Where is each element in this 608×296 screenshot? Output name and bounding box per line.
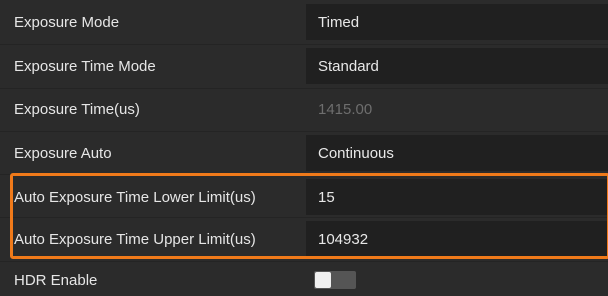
hdr-enable-toggle[interactable] — [314, 271, 356, 289]
property-row-hdr-enable: HDR Enable — [0, 264, 608, 296]
row-divider — [0, 217, 608, 218]
row-divider — [0, 44, 608, 45]
property-row-auto-exposure-upper-limit: Auto Exposure Time Upper Limit(us) 10493… — [0, 219, 608, 259]
property-label: Auto Exposure Time Lower Limit(us) — [14, 188, 256, 206]
row-divider — [0, 261, 608, 262]
hdr-enable-cell — [306, 264, 608, 296]
exposure-properties-panel: Exposure Mode Timed Exposure Time Mode S… — [0, 0, 608, 296]
auto-exposure-lower-limit-input[interactable]: 15 — [306, 179, 608, 215]
exposure-mode-dropdown[interactable]: Timed — [306, 4, 608, 40]
property-label: Auto Exposure Time Upper Limit(us) — [14, 230, 256, 248]
property-label: Exposure Mode — [14, 13, 120, 31]
row-divider — [0, 174, 608, 175]
property-row-exposure-mode: Exposure Mode Timed — [0, 2, 608, 42]
property-label: Exposure Auto — [14, 144, 112, 162]
auto-exposure-upper-limit-input[interactable]: 104932 — [306, 221, 608, 257]
exposure-time-mode-dropdown[interactable]: Standard — [306, 48, 608, 84]
exposure-time-field: 1415.00 — [318, 100, 373, 118]
property-label: Exposure Time(us) — [14, 100, 140, 118]
property-label: HDR Enable — [14, 271, 98, 289]
property-row-auto-exposure-lower-limit: Auto Exposure Time Lower Limit(us) 15 — [0, 177, 608, 217]
property-row-exposure-time-mode: Exposure Time Mode Standard — [0, 46, 608, 86]
property-label: Exposure Time Mode — [14, 57, 156, 75]
property-row-exposure-auto: Exposure Auto Continuous — [0, 133, 608, 173]
row-divider — [0, 131, 608, 132]
toggle-knob — [315, 272, 331, 288]
property-row-exposure-time: Exposure Time(us) 1415.00 — [0, 89, 608, 129]
exposure-auto-dropdown[interactable]: Continuous — [306, 135, 608, 171]
